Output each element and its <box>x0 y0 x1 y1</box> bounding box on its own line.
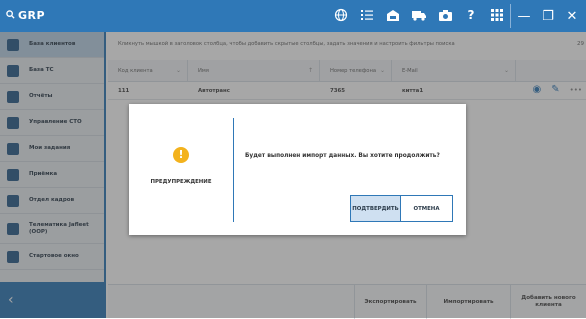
app-title: GRP <box>18 9 46 22</box>
confirm-dialog: ! ПРЕДУПРЕЖДЕНИЕ Будет выполнен импорт д… <box>129 104 466 235</box>
help-glyph: ? <box>467 8 475 22</box>
dialog-divider <box>233 118 234 222</box>
list-icon[interactable] <box>358 6 376 24</box>
maximize-button[interactable]: ❐ <box>536 0 560 32</box>
warning-icon: ! <box>173 146 189 163</box>
car-shop-icon[interactable] <box>384 6 402 24</box>
cancel-button[interactable]: ОТМЕНА <box>401 195 453 222</box>
dialog-message: Будет выполнен импорт данных. Вы хотите … <box>245 153 440 159</box>
help-icon[interactable]: ? <box>462 6 480 24</box>
close-button[interactable]: ✕ <box>560 0 584 32</box>
grid-icon[interactable] <box>488 6 506 24</box>
minimize-button[interactable]: — <box>512 0 536 32</box>
dialog-title: ПРЕДУПРЕЖДЕНИЕ <box>150 178 212 185</box>
truck-icon[interactable] <box>410 6 428 24</box>
title-bar: GRP ? — ❐ ✕ <box>0 0 586 32</box>
toolbar-divider <box>510 4 511 28</box>
confirm-button[interactable]: ПОДТВЕРДИТЬ <box>350 195 401 222</box>
search-icon <box>6 9 15 22</box>
camera-icon[interactable] <box>436 6 454 24</box>
app-brand[interactable]: GRP <box>6 9 45 22</box>
globe-icon[interactable] <box>332 6 350 24</box>
